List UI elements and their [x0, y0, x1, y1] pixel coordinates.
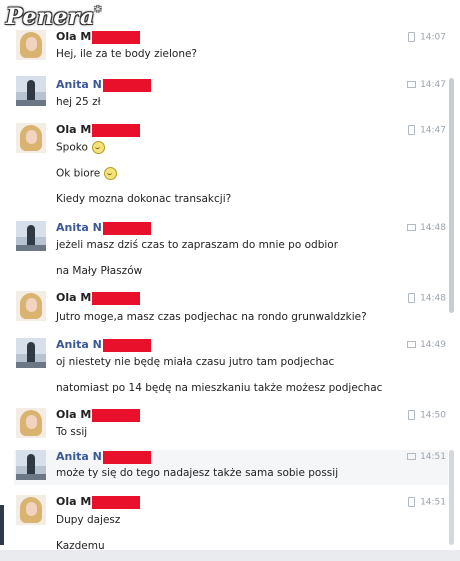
redaction-bar: [92, 291, 141, 305]
avatar[interactable]: [16, 291, 46, 321]
sender-name[interactable]: Ola M: [56, 291, 141, 305]
redaction-bar: [102, 221, 151, 235]
sender-name[interactable]: Anita N: [56, 78, 151, 92]
message-text: Dupy dajesz: [56, 514, 121, 526]
sender-name[interactable]: Ola M: [56, 30, 141, 44]
scrollbar[interactable]: [449, 78, 454, 313]
message-text: natomiast po 14 będę na mieszkaniu także…: [56, 382, 383, 394]
smiley-icon: [91, 141, 105, 154]
mobile-icon: [408, 32, 416, 42]
chat-icon: [407, 224, 417, 231]
message-text: hej 25 zł: [56, 96, 101, 108]
avatar[interactable]: [16, 338, 46, 368]
timestamp: 14:07: [408, 32, 446, 43]
timestamp: 14:49: [407, 340, 446, 350]
redaction-bar: [92, 30, 141, 44]
timestamp: 14:47: [407, 80, 446, 90]
message-text: To ssij: [56, 426, 88, 438]
sender-name[interactable]: Anita N: [56, 450, 151, 464]
redaction-bar: [102, 338, 151, 352]
bottom-bar: [0, 550, 460, 561]
sender-name[interactable]: Ola M: [56, 123, 141, 137]
redaction-bar: [92, 123, 141, 137]
sender-name[interactable]: Ola M: [56, 408, 141, 422]
avatar[interactable]: [16, 221, 46, 251]
avatar[interactable]: [16, 123, 46, 153]
redaction-bar: [92, 495, 141, 509]
message-text: Spoko: [56, 141, 105, 154]
redaction-bar: [92, 408, 141, 422]
avatar[interactable]: [16, 408, 46, 438]
avatar[interactable]: [16, 76, 46, 106]
avatar[interactable]: [16, 495, 46, 525]
timestamp: 14:50: [408, 410, 446, 421]
scrollbar[interactable]: [449, 450, 454, 545]
chat-icon: [407, 453, 417, 460]
sender-name[interactable]: Anita N: [56, 338, 151, 352]
chat-conversation: Ola M 14:07 Hej, ile za te body zielone?…: [0, 0, 460, 561]
mobile-icon: [408, 497, 416, 507]
timestamp: 14:48: [408, 293, 446, 304]
message-text: na Mały Płaszów: [56, 265, 143, 277]
message-text: oj niestety nie będę miała czasu jutro t…: [56, 356, 335, 368]
window-edge: [0, 505, 4, 545]
mobile-icon: [408, 410, 416, 420]
avatar[interactable]: [16, 450, 46, 480]
message-text: Ok biore: [56, 167, 118, 180]
watermark-logo: Penera*: [6, 4, 102, 30]
avatar[interactable]: [16, 30, 46, 60]
message-text: może ty się do tego nadajesz także sama …: [56, 467, 339, 479]
timestamp: 14:51: [408, 497, 446, 508]
redaction-bar: [102, 450, 151, 464]
message-text: Kiedy mozna dokonac transakcji?: [56, 193, 232, 205]
message-text: Hej, ile za te body zielone?: [56, 48, 198, 60]
sender-name[interactable]: Ola M: [56, 495, 141, 509]
message-text: Jutro moge,a masz czas podjechac na rond…: [56, 311, 367, 323]
smiley-icon: [104, 167, 118, 180]
mobile-icon: [408, 125, 416, 135]
mobile-icon: [408, 293, 416, 303]
chat-icon: [407, 341, 417, 348]
redaction-bar: [102, 78, 151, 92]
chat-icon: [407, 81, 417, 88]
message-text: jeżeli masz dziś czas to zapraszam do mn…: [56, 239, 339, 251]
timestamp: 14:47: [408, 125, 446, 136]
sender-name[interactable]: Anita N: [56, 221, 151, 235]
timestamp: 14:51: [407, 452, 446, 462]
timestamp: 14:48: [407, 223, 446, 233]
